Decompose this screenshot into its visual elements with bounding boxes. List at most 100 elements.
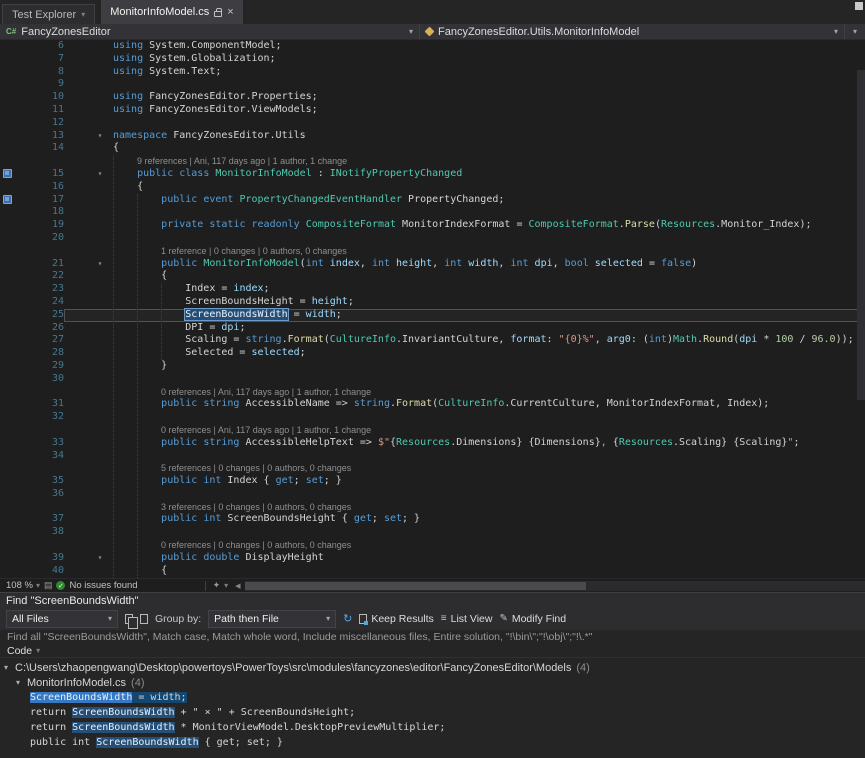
result-match-row[interactable]: public int ScreenBoundsWidth { get; set;… — [0, 735, 865, 750]
code-line[interactable]: 7using System.Globalization; — [0, 53, 865, 66]
codelens-line[interactable]: 0 references | Ani, 117 days ago | 1 aut… — [0, 424, 865, 437]
modify-find-button[interactable]: ✎ Modify Find — [499, 613, 566, 625]
lock-icon — [214, 11, 222, 17]
fold-marker-icon[interactable]: ▾ — [92, 258, 108, 271]
fold-marker-icon[interactable]: ▾ — [92, 552, 108, 565]
code-line[interactable]: 12 — [0, 117, 865, 130]
code-line[interactable]: 21▾ public MonitorInfoModel(int index, i… — [0, 258, 865, 271]
bookmark-icon[interactable] — [3, 169, 12, 178]
save-results-icon[interactable] — [140, 614, 148, 624]
code-line[interactable]: 19 private static readonly CompositeForm… — [0, 219, 865, 232]
code-line[interactable]: 11using FancyZonesEditor.ViewModels; — [0, 104, 865, 117]
code-line[interactable]: 35 public int Index { get; set; } — [0, 475, 865, 488]
code-line[interactable]: 30 — [0, 373, 865, 386]
code-line[interactable]: 39▾ public double DisplayHeight — [0, 552, 865, 565]
chevron-down-icon[interactable]: ▾ — [81, 11, 85, 19]
scroll-left-arrow[interactable]: ◀ — [235, 582, 240, 590]
code-line[interactable]: 32 — [0, 411, 865, 424]
code-line[interactable]: 6using System.ComponentModel; — [0, 40, 865, 53]
code-token: private — [161, 219, 203, 230]
code-token: class — [179, 168, 209, 179]
code-line[interactable]: 31 public string AccessibleName => strin… — [0, 398, 865, 411]
chevron-down-icon[interactable]: ▾ — [853, 28, 857, 36]
result-match-row[interactable]: return ScreenBoundsWidth * MonitorViewMo… — [0, 720, 865, 735]
code-line[interactable]: 23 Index = index; — [0, 283, 865, 296]
chevron-down-icon[interactable]: ▾ — [16, 678, 27, 687]
codelens-indicator[interactable]: 5 references | 0 changes | 0 authors, 0 … — [108, 462, 865, 475]
bookmark-icon[interactable] — [3, 195, 12, 204]
codelens-line[interactable]: 9 references | Ani, 117 days ago | 1 aut… — [0, 155, 865, 168]
result-file-row[interactable]: ▾MonitorInfoModel.cs(4) — [0, 675, 865, 690]
codelens-indicator[interactable]: 1 reference | 0 changes | 0 authors, 0 c… — [108, 245, 865, 258]
result-match-row[interactable]: ScreenBoundsWidth = width; — [0, 690, 865, 705]
code-line[interactable]: 36 — [0, 488, 865, 501]
chevron-down-icon[interactable]: ▾ — [834, 28, 838, 36]
member-dropdown[interactable]: ▾ — [845, 24, 865, 39]
codelens-line[interactable]: 5 references | 0 changes | 0 authors, 0 … — [0, 462, 865, 475]
no-issues-indicator[interactable]: ✓ No issues found — [56, 580, 137, 591]
scope-dropdown[interactable]: All Files ▾ — [6, 610, 118, 628]
code-line[interactable]: 29 } — [0, 360, 865, 373]
class-icon — [425, 27, 435, 37]
code-line[interactable]: 15▾ public class MonitorInfoModel : INot… — [0, 168, 865, 181]
code-line[interactable]: 22 { — [0, 270, 865, 283]
code-line[interactable]: 9 — [0, 78, 865, 91]
result-type-filter[interactable]: Code ▾ — [0, 644, 865, 658]
copy-results-icon[interactable] — [125, 614, 133, 624]
keep-results-toggle[interactable]: Keep Results — [359, 613, 433, 625]
code-line[interactable]: 8using System.Text; — [0, 66, 865, 79]
code-token: height — [396, 258, 432, 269]
code-line[interactable]: 20 — [0, 232, 865, 245]
code-line[interactable]: 34 — [0, 450, 865, 463]
code-line[interactable]: 24 ScreenBoundsHeight = height; — [0, 296, 865, 309]
chevron-down-icon[interactable]: ▾ — [4, 663, 15, 672]
horizontal-scrollbar[interactable] — [245, 581, 865, 591]
code-line[interactable]: 14{ — [0, 142, 865, 155]
code-line[interactable]: 17 public event PropertyChangedEventHand… — [0, 194, 865, 207]
close-icon[interactable]: × — [227, 7, 233, 18]
scrollbar-thumb[interactable] — [857, 70, 865, 400]
document-health-icon[interactable]: ▤ — [44, 581, 53, 590]
code-line[interactable]: 40 { — [0, 565, 865, 578]
code-cleanup-icon[interactable]: ✦ — [213, 581, 221, 590]
code-line[interactable]: 18 — [0, 206, 865, 219]
code-line[interactable]: 33 public string AccessibleHelpText => $… — [0, 437, 865, 450]
type-dropdown[interactable]: FancyZonesEditor.Utils.MonitorInfoModel … — [420, 24, 845, 39]
code-line[interactable]: 28 Selected = selected; — [0, 347, 865, 360]
tab-monitorinfomodel[interactable]: MonitorInfoModel.cs × — [101, 0, 242, 24]
refresh-icon[interactable]: ↻ — [343, 614, 352, 625]
code-line[interactable]: 16 { — [0, 181, 865, 194]
zoom-control[interactable]: 108 % ▾ — [6, 580, 40, 591]
list-view-toggle[interactable]: ≡ List View — [441, 613, 493, 625]
fold-marker-icon[interactable]: ▾ — [92, 168, 108, 181]
fold-marker-icon[interactable]: ▾ — [92, 130, 108, 143]
codelens-indicator[interactable]: 0 references | Ani, 117 days ago | 1 aut… — [108, 386, 865, 399]
keep-results-label: Keep Results — [371, 613, 433, 625]
codelens-line[interactable]: 1 reference | 0 changes | 0 authors, 0 c… — [0, 245, 865, 258]
codelens-line[interactable]: 0 references | 0 changes | 0 authors, 0 … — [0, 539, 865, 552]
code-line[interactable]: 38 — [0, 526, 865, 539]
chevron-down-icon[interactable]: ▾ — [224, 582, 228, 590]
codelens-line[interactable]: 0 references | Ani, 117 days ago | 1 aut… — [0, 386, 865, 399]
result-path-row[interactable]: ▾C:\Users\zhaopengwang\Desktop\powertoys… — [0, 660, 865, 675]
codelens-line[interactable]: 3 references | 0 changes | 0 authors, 0 … — [0, 501, 865, 514]
find-results-header[interactable]: Find "ScreenBoundsWidth" — [0, 592, 865, 608]
code-line[interactable]: 37 public int ScreenBoundsHeight { get; … — [0, 513, 865, 526]
scrollbar-thumb[interactable] — [245, 582, 586, 590]
code-line[interactable]: 27 Scaling = string.Format(CultureInfo.I… — [0, 334, 865, 347]
codelens-indicator[interactable]: 3 references | 0 changes | 0 authors, 0 … — [108, 501, 865, 514]
editor-vertical-scrollbar[interactable] — [857, 40, 865, 578]
code-editor[interactable]: 6using System.ComponentModel;7using Syst… — [0, 40, 865, 578]
code-line[interactable]: 25 ScreenBoundsWidth = width; — [0, 309, 865, 322]
code-line[interactable]: 13▾namespace FancyZonesEditor.Utils — [0, 130, 865, 143]
code-line[interactable]: 10using FancyZonesEditor.Properties; — [0, 91, 865, 104]
codelens-indicator[interactable]: 0 references | Ani, 117 days ago | 1 aut… — [108, 424, 865, 437]
result-match-row[interactable]: return ScreenBoundsWidth + " × " + Scree… — [0, 705, 865, 720]
codelens-indicator[interactable]: 0 references | 0 changes | 0 authors, 0 … — [108, 539, 865, 552]
tab-test-explorer[interactable]: Test Explorer ▾ — [2, 4, 95, 24]
chevron-down-icon[interactable]: ▾ — [409, 28, 413, 36]
code-line[interactable]: 26 DPI = dpi; — [0, 322, 865, 335]
codelens-indicator[interactable]: 9 references | Ani, 117 days ago | 1 aut… — [108, 155, 865, 168]
group-by-dropdown[interactable]: Path then File ▾ — [208, 610, 336, 628]
project-dropdown[interactable]: C# FancyZonesEditor ▾ — [0, 24, 420, 39]
